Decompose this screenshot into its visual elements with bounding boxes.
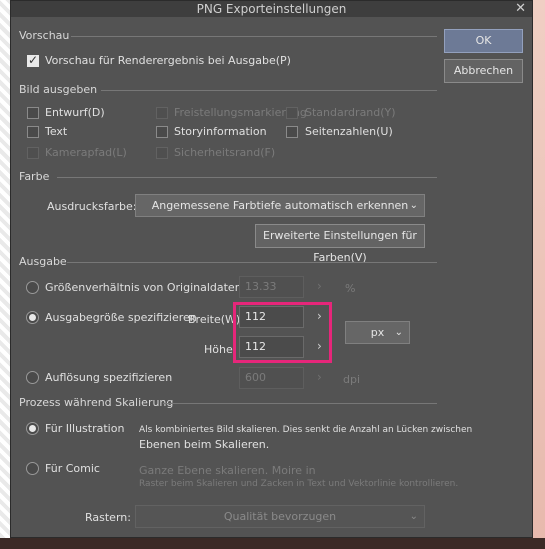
background-canvas-bottom bbox=[0, 538, 545, 549]
illustration-description-1: Als kombiniertes Bild skalieren. Dies se… bbox=[139, 425, 473, 435]
preview-checkbox-label: Vorschau für Renderergebnis bei Ausgabe(… bbox=[45, 54, 291, 67]
png-export-dialog: PNG Exporteinstellungen ✕ OK Abbrechen V… bbox=[10, 0, 533, 538]
close-icon[interactable]: ✕ bbox=[515, 1, 526, 17]
resolution-label: Auflösung spezifizieren bbox=[45, 371, 173, 384]
ok-button[interactable]: OK bbox=[444, 29, 523, 53]
ratio-arrow-icon[interactable]: › bbox=[317, 279, 322, 293]
color-mode-dropdown[interactable]: Angemessene Farbtiefe automatisch erkenn… bbox=[135, 194, 425, 217]
raster-label: Rastern: bbox=[85, 511, 131, 524]
unit-dropdown[interactable]: px ⌄ bbox=[345, 321, 410, 344]
highlight-box bbox=[233, 302, 332, 363]
default-border-checkbox[interactable] bbox=[286, 107, 298, 119]
preview-heading: Vorschau bbox=[19, 29, 70, 42]
background-canvas-left bbox=[0, 0, 10, 549]
color-mode-value: Angemessene Farbtiefe automatisch erkenn… bbox=[151, 199, 409, 212]
default-border-label: Standardrand(Y) bbox=[305, 106, 396, 119]
ratio-unit: % bbox=[345, 282, 356, 295]
story-info-label: Storyinformation bbox=[174, 125, 267, 138]
page-numbers-label: Seitenzahlen(U) bbox=[305, 125, 393, 138]
story-info-checkbox[interactable] bbox=[156, 126, 168, 138]
comic-label: Für Comic bbox=[45, 462, 100, 475]
ratio-label: Größenverhältnis von Originaldaten(Z) bbox=[45, 281, 258, 294]
divider bbox=[163, 403, 437, 404]
ratio-input[interactable]: 13.33 bbox=[239, 276, 304, 298]
ratio-radio[interactable] bbox=[26, 281, 39, 294]
comic-description-2: Raster beim Skalieren und Zacken in Text… bbox=[139, 479, 459, 489]
comic-description-1: Ganze Ebene skalieren. Moire in bbox=[139, 464, 316, 477]
size-radio[interactable] bbox=[26, 311, 39, 324]
text-checkbox[interactable] bbox=[27, 126, 39, 138]
comic-radio[interactable] bbox=[26, 462, 39, 475]
cancel-button[interactable]: Abbrechen bbox=[444, 59, 523, 83]
illustration-description-2: Ebenen beim Skalieren. bbox=[139, 438, 270, 451]
resolution-arrow-icon[interactable]: › bbox=[317, 370, 322, 384]
window-title: PNG Exporteinstellungen bbox=[196, 2, 347, 16]
camera-path-label: Kamerapfad(L) bbox=[45, 146, 127, 159]
chevron-down-icon: ⌄ bbox=[409, 200, 418, 211]
safety-margin-checkbox[interactable] bbox=[156, 147, 168, 159]
height-label: Höhe bbox=[204, 343, 233, 356]
title-bar: PNG Exporteinstellungen ✕ bbox=[11, 1, 532, 17]
background-canvas-right bbox=[533, 0, 545, 549]
illustration-radio[interactable] bbox=[26, 422, 39, 435]
text-label: Text bbox=[45, 125, 68, 138]
raster-value: Qualität bevorzugen bbox=[223, 510, 337, 523]
unit-value: px bbox=[370, 326, 385, 339]
draft-label: Entwurf(D) bbox=[45, 106, 105, 119]
chevron-down-icon: ⌄ bbox=[409, 511, 418, 522]
preview-checkbox[interactable] bbox=[27, 53, 39, 67]
illustration-label: Für Illustration bbox=[45, 422, 125, 435]
divider bbox=[101, 90, 437, 91]
color-heading: Farbe bbox=[19, 170, 50, 183]
page-numbers-checkbox[interactable] bbox=[286, 126, 298, 138]
chevron-down-icon: ⌄ bbox=[394, 327, 403, 338]
scaling-heading: Prozess während Skalierung bbox=[19, 396, 174, 409]
output-heading: Ausgabe bbox=[19, 255, 67, 268]
safety-margin-label: Sicherheitsrand(F) bbox=[174, 146, 276, 159]
draft-checkbox[interactable] bbox=[27, 107, 39, 119]
camera-path-checkbox[interactable] bbox=[27, 147, 39, 159]
divider bbox=[71, 36, 437, 37]
divider bbox=[67, 262, 437, 263]
advanced-color-settings-button[interactable]: Erweiterte Einstellungen für Farben(V) bbox=[255, 224, 425, 264]
crop-marks-checkbox[interactable] bbox=[156, 107, 168, 119]
output-image-heading: Bild ausgeben bbox=[19, 83, 98, 96]
divider bbox=[57, 177, 437, 178]
color-mode-label: Ausdrucksfarbe: bbox=[47, 200, 137, 213]
size-label: Ausgabegröße spezifizieren bbox=[45, 311, 197, 324]
resolution-input[interactable]: 600 bbox=[239, 367, 304, 389]
resolution-radio[interactable] bbox=[26, 371, 39, 384]
raster-dropdown[interactable]: Qualität bevorzugen ⌄ bbox=[135, 505, 425, 528]
resolution-unit: dpi bbox=[343, 373, 361, 386]
